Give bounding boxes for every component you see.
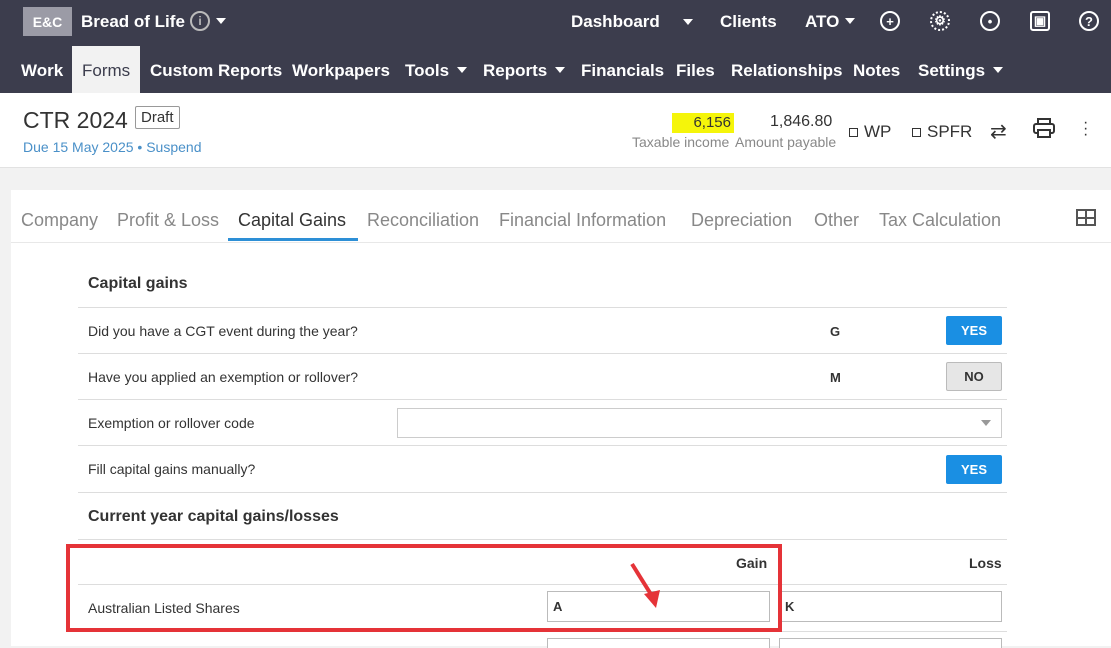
cgt-event-label: Did you have a CGT event during the year… — [88, 323, 358, 339]
help-icon[interactable]: ? — [1079, 11, 1099, 31]
tab-tax-calculation[interactable]: Tax Calculation — [879, 210, 1001, 231]
nav-files[interactable]: Files — [676, 46, 715, 93]
top-bar: E&C Bread of Life i Dashboard Clients AT… — [0, 0, 1111, 46]
due-separator: • — [137, 139, 143, 155]
nav-notes[interactable]: Notes — [853, 46, 900, 93]
gear-icon[interactable]: ⚙ — [930, 11, 950, 31]
user-circle-icon[interactable]: • — [980, 11, 1000, 31]
nav-tools[interactable]: Tools — [405, 46, 468, 93]
chevron-down-icon — [457, 66, 468, 73]
tab-reconciliation[interactable]: Reconciliation — [367, 210, 479, 231]
fill-manually-yes-button[interactable]: YES — [946, 455, 1002, 484]
client-name[interactable]: Bread of Life — [81, 12, 185, 32]
wp-checkbox-label: WP — [864, 122, 892, 141]
nav-tools-label: Tools — [405, 61, 450, 80]
ato-link[interactable]: ATO — [805, 12, 839, 32]
due-date[interactable]: 15 May 2025 — [53, 139, 134, 155]
capital-gains-title: Capital gains — [88, 275, 188, 292]
annotation-arrow-icon — [630, 562, 660, 608]
app-logo[interactable]: E&C — [23, 7, 72, 36]
fill-manually-label: Fill capital gains manually? — [88, 461, 256, 477]
nav-reports[interactable]: Reports — [483, 46, 566, 93]
nav-workpapers[interactable]: Workpapers — [292, 46, 390, 93]
gift-icon[interactable]: ▣ — [1030, 11, 1050, 31]
tab-capital-gains[interactable]: Capital Gains — [238, 210, 346, 231]
due-prefix: Due — [23, 139, 49, 155]
main-nav: Work Forms Custom Reports Workpapers Too… — [0, 46, 1111, 93]
nav-custom-reports[interactable]: Custom Reports — [150, 46, 282, 93]
loss-column-header: Loss — [969, 555, 1002, 571]
nav-reports-label: Reports — [483, 61, 548, 80]
exemption-code-row: Exemption or rollover code — [78, 399, 1007, 445]
due-line: Due 15 May 2025 • Suspend — [23, 139, 202, 155]
spfr-checkbox[interactable]: SPFR — [912, 122, 972, 142]
info-icon[interactable]: i — [190, 11, 210, 31]
active-tab-indicator — [228, 238, 358, 241]
exemption-code-label: Exemption or rollover code — [88, 415, 255, 431]
wp-checkbox[interactable]: WP — [849, 122, 891, 142]
page-title: CTR 2024 — [23, 107, 128, 133]
swap-icon[interactable]: ⇄ — [990, 119, 1007, 144]
exemption-row: Have you applied an exemption or rollove… — [78, 353, 1007, 399]
grid-layout-icon[interactable] — [1076, 209, 1096, 226]
more-menu-icon[interactable]: · · · — [1083, 115, 1088, 143]
fill-manually-row: Fill capital gains manually? YES — [78, 445, 1007, 492]
dashboard-chevron-icon[interactable] — [683, 19, 693, 25]
spfr-checkbox-box[interactable] — [912, 127, 921, 137]
nav-forms[interactable]: Forms — [72, 46, 141, 93]
client-dropdown-chevron-icon[interactable] — [216, 18, 226, 24]
tab-company[interactable]: Company — [21, 210, 98, 231]
next-loss-input[interactable] — [779, 638, 1002, 648]
next-gain-input[interactable] — [547, 638, 770, 648]
wp-checkbox-box[interactable] — [849, 127, 858, 137]
cgt-event-code: G — [830, 324, 841, 339]
exemption-label: Have you applied an exemption or rollove… — [88, 369, 359, 385]
exemption-no-button[interactable]: NO — [946, 362, 1002, 391]
cgt-event-yes-button[interactable]: YES — [946, 316, 1002, 345]
ato-chevron-icon[interactable] — [845, 18, 855, 24]
tab-financial-information[interactable]: Financial Information — [499, 210, 666, 231]
tab-other[interactable]: Other — [814, 210, 859, 231]
cgt-event-row: Did you have a CGT event during the year… — [78, 307, 1007, 353]
tab-depreciation[interactable]: Depreciation — [691, 210, 792, 231]
taxable-income-label: Taxable income — [632, 134, 730, 150]
suspend-link[interactable]: Suspend — [146, 139, 201, 155]
status-badge: Draft — [135, 106, 180, 129]
annotation-highlight-box — [66, 544, 782, 632]
spfr-checkbox-label: SPFR — [927, 122, 973, 141]
nav-financials[interactable]: Financials — [581, 46, 664, 93]
exemption-code-select[interactable] — [397, 408, 1002, 438]
nav-work[interactable]: Work — [21, 46, 63, 93]
amount-payable-value: 1,846.80 — [770, 113, 833, 130]
form-tabs: Company Profit & Loss Capital Gains Reco… — [11, 190, 1111, 243]
print-icon[interactable] — [1033, 118, 1055, 138]
chevron-down-icon — [993, 66, 1004, 73]
nav-settings-label: Settings — [918, 61, 986, 80]
chevron-down-icon — [555, 66, 566, 73]
plus-circle-icon[interactable]: + — [880, 11, 900, 31]
clients-link[interactable]: Clients — [720, 12, 777, 32]
nav-settings[interactable]: Settings — [918, 46, 1004, 93]
tab-profit-loss[interactable]: Profit & Loss — [117, 210, 219, 231]
current-year-header-row: Current year capital gains/losses — [78, 492, 1007, 539]
dashboard-link[interactable]: Dashboard — [571, 12, 660, 32]
form-header: CTR 2024 Draft Due 15 May 2025 • Suspend… — [0, 93, 1111, 168]
nav-relationships[interactable]: Relationships — [731, 46, 842, 93]
chevron-down-icon[interactable] — [981, 420, 991, 426]
exemption-code: M — [830, 370, 841, 385]
current-year-title: Current year capital gains/losses — [88, 508, 339, 525]
taxable-income-value: 6,156 — [672, 113, 734, 133]
loss-k-input[interactable]: K — [779, 591, 1002, 622]
amount-payable-label: Amount payable — [735, 134, 837, 150]
